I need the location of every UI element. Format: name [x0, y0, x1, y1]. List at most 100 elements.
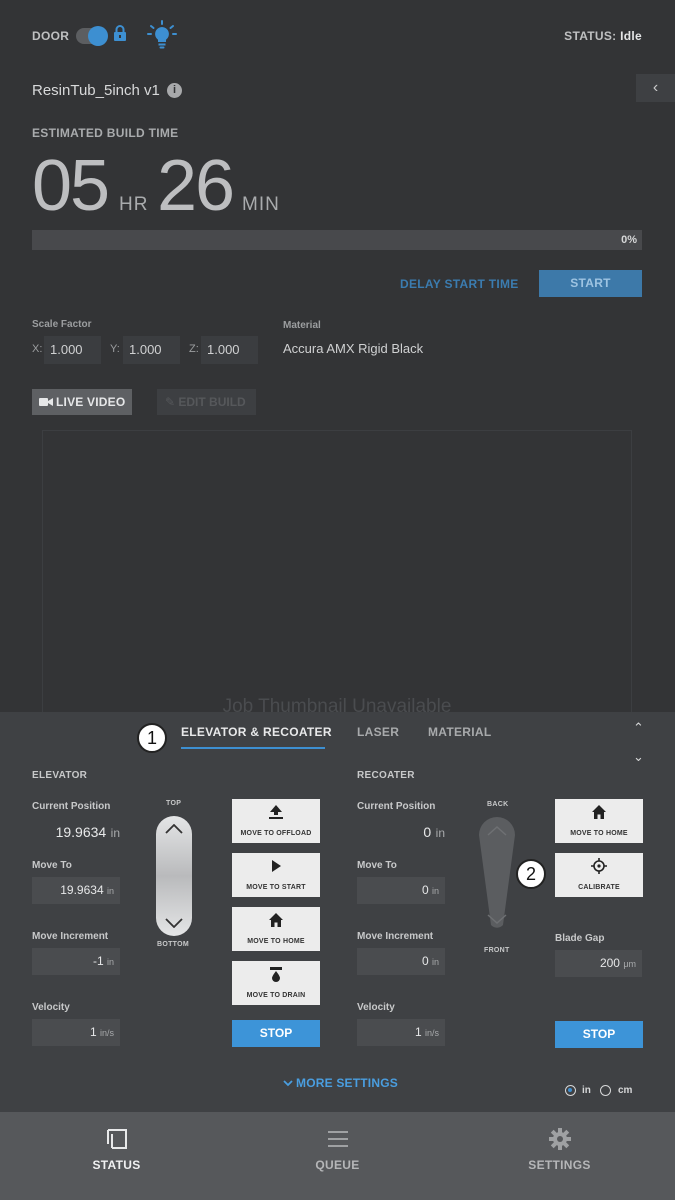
more-settings-label: MORE SETTINGS [296, 1076, 398, 1090]
drain-drop-icon [270, 967, 282, 982]
elevator-move-to-home-label: MOVE TO HOME [247, 938, 305, 945]
recoater-section-title: RECOATER [357, 770, 415, 781]
nav-status[interactable]: STATUS [4, 1128, 229, 1172]
move-to-drain-button[interactable]: MOVE TO DRAIN [232, 961, 320, 1005]
elevator-position-slider[interactable] [156, 816, 192, 936]
gear-icon [548, 1128, 571, 1150]
light-bulb-icon[interactable] [146, 19, 178, 51]
recoater-move-increment-label: Move Increment [357, 931, 434, 942]
slider-bottom-label: BOTTOM [157, 941, 190, 948]
bottom-nav: STATUS QUEUE SETTINGS [0, 1112, 675, 1200]
job-name: ResinTub_5inch v1 [32, 82, 160, 99]
control-panel: ELEVATOR & RECOATER LASER MATERIAL ⌃ ⌄ 1… [0, 712, 675, 1112]
door-toggle-knob [88, 26, 108, 46]
upload-arrow-icon [269, 805, 283, 819]
collapse-panel-button[interactable]: ‹ [636, 74, 675, 102]
move-to-start-label: MOVE TO START [246, 884, 306, 891]
elevator-section-title: ELEVATOR [32, 770, 88, 781]
chevron-down-icon[interactable]: ⌄ [633, 749, 644, 765]
chevron-up-icon[interactable]: ⌃ [633, 720, 644, 736]
chevron-down-icon [283, 1080, 293, 1087]
move-to-start-button[interactable]: MOVE TO START [232, 853, 320, 897]
video-camera-icon [39, 398, 53, 406]
queue-list-icon [327, 1131, 348, 1147]
start-button[interactable]: START [539, 270, 642, 297]
minutes-unit: MIN [242, 194, 280, 215]
chevron-up-icon [165, 824, 183, 834]
printer-status: STATUS: Idle [564, 29, 642, 43]
unit-radio-in[interactable] [565, 1085, 576, 1096]
job-thumbnail: Job Thumbnail Unavailable [42, 430, 632, 720]
tab-laser[interactable]: LASER [357, 725, 399, 739]
scale-y-input[interactable]: 1.000 [123, 336, 180, 364]
blade-gap-label: Blade Gap [555, 933, 605, 944]
recoater-stop-button[interactable]: STOP [555, 1021, 643, 1048]
nav-settings[interactable]: SETTINGS [447, 1128, 672, 1172]
hours-unit: HR [119, 194, 149, 215]
elevator-stop-button[interactable]: STOP [232, 1020, 320, 1047]
nav-status-label: STATUS [92, 1158, 141, 1172]
scale-z-label: Z: [189, 343, 199, 355]
elevator-move-to-home-button[interactable]: MOVE TO HOME [232, 907, 320, 951]
unit-in-label: in [582, 1085, 591, 1096]
more-settings-button[interactable]: MORE SETTINGS [283, 1076, 398, 1090]
recoater-velocity-input[interactable]: 1 in/s [357, 1019, 445, 1046]
recoater-position-slider[interactable] [473, 817, 521, 939]
build-hours: 05 [32, 146, 110, 226]
elevator-velocity-label: Velocity [32, 1002, 70, 1013]
info-icon[interactable]: i [167, 83, 182, 98]
nav-queue-label: QUEUE [315, 1158, 360, 1172]
door-toggle[interactable] [76, 26, 108, 46]
recoater-move-increment-input[interactable]: 0 in [357, 948, 445, 975]
elevator-move-to-label: Move To [32, 860, 72, 871]
delay-start-time-button[interactable]: DELAY START TIME [400, 277, 519, 291]
live-video-label: LIVE VIDEO [56, 395, 126, 409]
scale-x-input[interactable]: 1.000 [44, 336, 101, 364]
nav-queue[interactable]: QUEUE [225, 1128, 450, 1172]
live-video-button[interactable]: LIVE VIDEO [32, 389, 132, 415]
recoater-move-to-home-button[interactable]: MOVE TO HOME [555, 799, 643, 843]
crosshair-icon [591, 858, 607, 874]
blade-gap-input[interactable]: 200 μm [555, 950, 642, 977]
home-icon [269, 913, 283, 927]
build-minutes: 26 [157, 146, 235, 226]
lock-icon [114, 25, 126, 41]
edit-build-button: ✎ EDIT BUILD [157, 389, 256, 415]
unit-cm-label: cm [618, 1085, 633, 1096]
move-to-offload-label: MOVE TO OFFLOAD [240, 830, 312, 837]
slider-front-label: FRONT [484, 947, 510, 954]
tab-material[interactable]: MATERIAL [428, 725, 492, 739]
build-progress-text: 0% [621, 234, 637, 246]
unit-radio-cm[interactable] [600, 1085, 611, 1096]
edit-build-label: EDIT BUILD [178, 395, 246, 409]
recoater-current-position-label: Current Position [357, 801, 436, 812]
recoater-move-to-input[interactable]: 0 in [357, 877, 445, 904]
recoater-move-to-home-label: MOVE TO HOME [570, 830, 628, 837]
build-progress-bar: 0% [32, 230, 642, 250]
elevator-current-position: 19.9634 in [55, 824, 120, 840]
calibrate-button[interactable]: CALIBRATE [555, 853, 643, 897]
scale-x-label: X: [32, 343, 43, 355]
scale-y-label: Y: [110, 343, 120, 355]
move-to-drain-label: MOVE TO DRAIN [246, 992, 306, 999]
material-value: Accura AMX Rigid Black [283, 341, 424, 356]
elevator-velocity-input[interactable]: 1 in/s [32, 1019, 120, 1046]
home-icon [592, 805, 606, 819]
elevator-move-increment-input[interactable]: -1 in [32, 948, 120, 975]
calibrate-label: CALIBRATE [578, 884, 620, 891]
scale-z-input[interactable]: 1.000 [201, 336, 258, 364]
estimated-build-time-label: ESTIMATED BUILD TIME [32, 126, 179, 140]
slider-top-label: TOP [166, 800, 182, 807]
status-window-icon [106, 1129, 127, 1149]
chevron-down-icon [165, 918, 183, 928]
move-to-offload-button[interactable]: MOVE TO OFFLOAD [232, 799, 320, 843]
tab-elevator-recoater[interactable]: ELEVATOR & RECOATER [181, 725, 332, 739]
pencil-icon: ✎ [165, 395, 179, 409]
active-tab-indicator [181, 747, 325, 749]
material-label: Material [283, 320, 321, 331]
scale-factor-label: Scale Factor [32, 319, 92, 330]
play-icon [272, 860, 281, 872]
elevator-move-to-input[interactable]: 19.9634 in [32, 877, 120, 904]
recoater-current-position: 0 in [423, 824, 445, 840]
elevator-move-increment-label: Move Increment [32, 931, 109, 942]
